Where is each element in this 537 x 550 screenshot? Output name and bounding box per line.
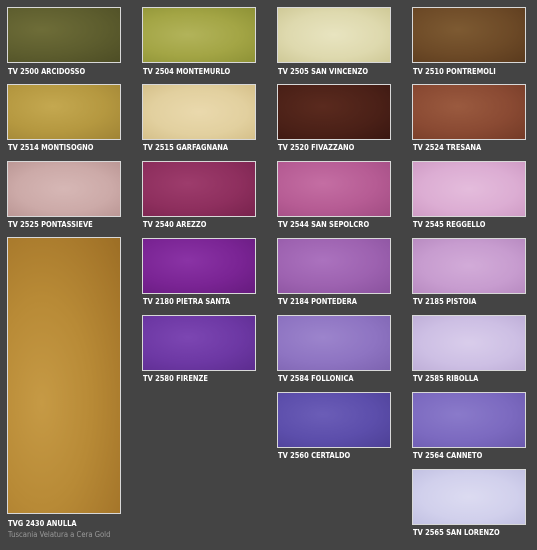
- swatch-label: TV 2540 AREZZO: [143, 220, 207, 229]
- swatch-san-vincenzo[interactable]: [277, 7, 391, 63]
- swatch-fivazzano[interactable]: [277, 84, 391, 140]
- swatch-arezzo[interactable]: [142, 161, 256, 217]
- swatch-label: TV 2510 PONTREMOLI: [413, 67, 496, 76]
- swatch-reggello[interactable]: [412, 161, 526, 217]
- swatch-anulla[interactable]: [7, 237, 121, 514]
- swatch-garfagnana[interactable]: [142, 84, 256, 140]
- swatch-san-sepolcro[interactable]: [277, 161, 391, 217]
- swatch-label: TV 2500 ARCIDOSSO: [8, 67, 86, 76]
- swatch-chart: { "swatches": [ {"code": "TV 2500 ARCIDO…: [0, 0, 537, 550]
- swatch-ribolla[interactable]: [412, 315, 526, 371]
- swatch-pontedera[interactable]: [277, 238, 391, 294]
- swatch-canneto[interactable]: [412, 392, 526, 448]
- swatch-tresana[interactable]: [412, 84, 526, 140]
- swatch-label: TVG 2430 ANULLA: [8, 519, 77, 528]
- swatch-arcidosso[interactable]: [7, 7, 121, 63]
- swatch-firenze[interactable]: [142, 315, 256, 371]
- swatch-certaldo[interactable]: [277, 392, 391, 448]
- swatch-pistoia[interactable]: [412, 238, 526, 294]
- swatch-label: TV 2524 TRESANA: [413, 143, 482, 152]
- swatch-follonica[interactable]: [277, 315, 391, 371]
- swatch-label: TV 2520 FIVAZZANO: [278, 143, 355, 152]
- swatch-pontassieve[interactable]: [7, 161, 121, 217]
- swatch-label: TV 2505 SAN VINCENZO: [278, 67, 369, 76]
- swatch-pietra-santa[interactable]: [142, 238, 256, 294]
- swatch-label: TV 2185 PISTOIA: [413, 297, 477, 306]
- swatch-label: TV 2514 MONTISOGNO: [8, 143, 94, 152]
- swatch-label: TV 2544 SAN SEPOLCRO: [278, 220, 370, 229]
- swatch-label: TV 2525 PONTASSIEVE: [8, 220, 93, 229]
- product-footnote: Tuscania Velatura a Cera Gold: [8, 530, 111, 539]
- swatch-pontremoli[interactable]: [412, 7, 526, 63]
- swatch-montemurlo[interactable]: [142, 7, 256, 63]
- swatch-label: TV 2565 SAN LORENZO: [413, 528, 500, 537]
- swatch-label: TV 2560 CERTALDO: [278, 451, 351, 460]
- swatch-label: TV 2180 PIETRA SANTA: [143, 297, 231, 306]
- swatch-label: TV 2585 RIBOLLA: [413, 374, 479, 383]
- swatch-label: TV 2515 GARFAGNANA: [143, 143, 229, 152]
- swatch-label: TV 2545 REGGELLO: [413, 220, 486, 229]
- swatch-label: TV 2564 CANNETO: [413, 451, 483, 460]
- swatch-san-lorenzo[interactable]: [412, 469, 526, 525]
- swatch-label: TV 2184 PONTEDERA: [278, 297, 357, 306]
- swatch-label: TV 2504 MONTEMURLO: [143, 67, 231, 76]
- swatch-montisogno[interactable]: [7, 84, 121, 140]
- swatch-label: TV 2580 FIRENZE: [143, 374, 208, 383]
- swatch-label: TV 2584 FOLLONICA: [278, 374, 354, 383]
